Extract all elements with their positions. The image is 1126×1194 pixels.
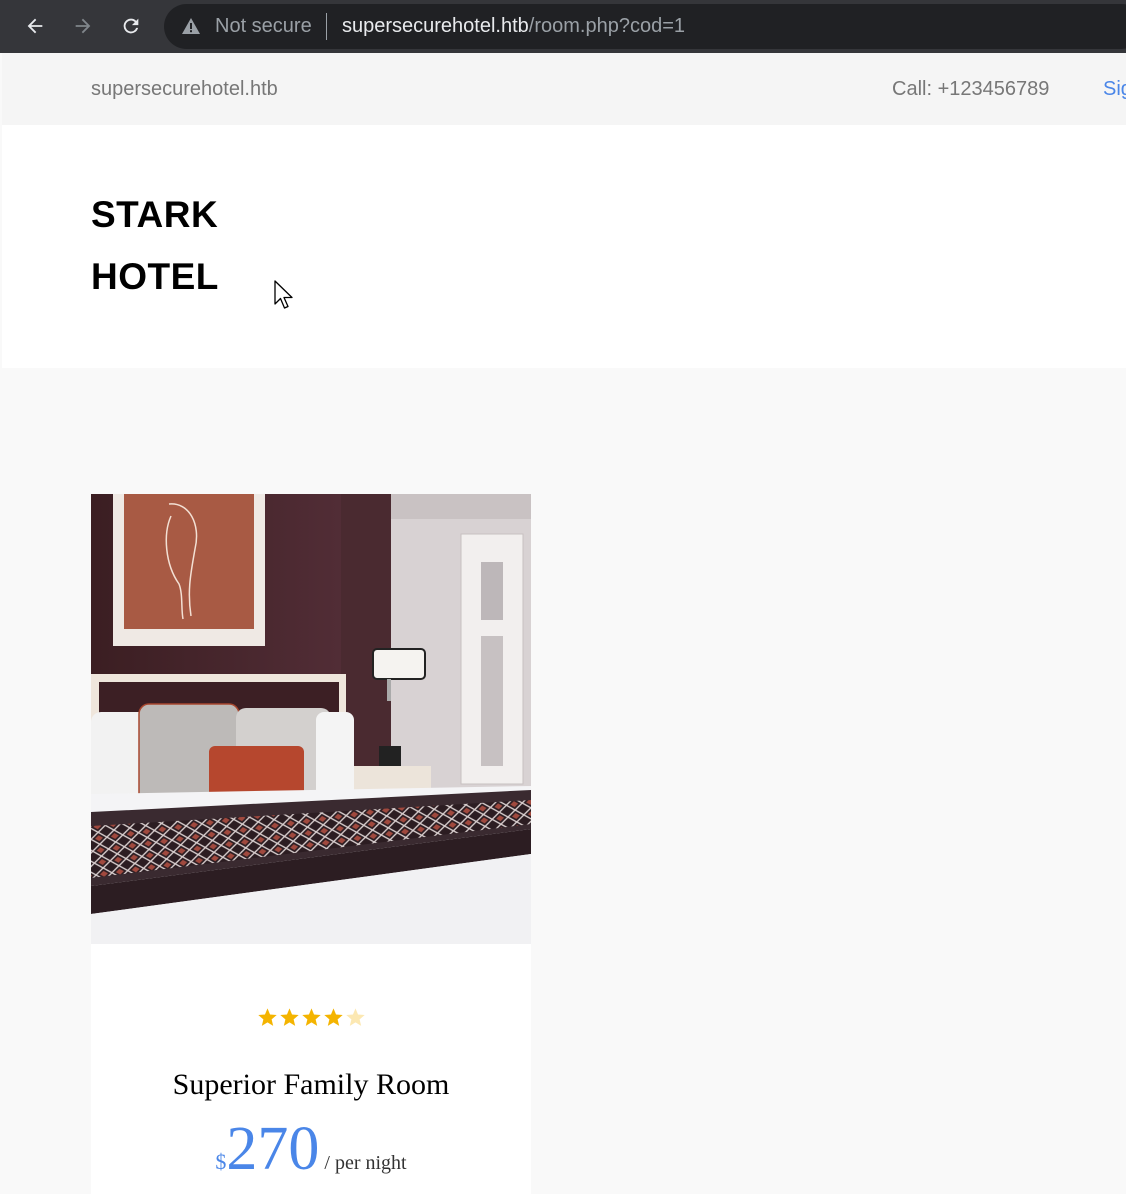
room-photo (91, 494, 531, 944)
warning-icon[interactable] (181, 17, 201, 35)
call-number: Call: +123456789 (892, 78, 1050, 100)
url-path: /room.php?cod=1 (528, 15, 686, 37)
reload-button[interactable] (115, 10, 147, 42)
star-filled-icon (257, 1008, 277, 1026)
brand-logo-line-2[interactable]: HOTEL (91, 256, 219, 298)
star-filled-icon (301, 1008, 321, 1026)
brand-logo-line-1[interactable]: STARK (91, 194, 218, 236)
reload-icon (123, 18, 139, 34)
top-bar: supersecurehotel.htb Call: +123456789 Si… (2, 53, 1126, 125)
url-host: supersecurehotel.htb (342, 15, 529, 37)
signin-link[interactable]: Sig (1103, 78, 1126, 101)
star-filled-icon (279, 1008, 299, 1026)
arrow-right-icon (75, 18, 91, 34)
security-label[interactable]: Not secure (215, 15, 312, 38)
mouse-cursor-icon (274, 280, 293, 309)
site-header: STARK HOTEL (2, 125, 1126, 368)
star-rating (91, 1007, 531, 1028)
address-divider (326, 13, 327, 40)
arrow-left-icon (27, 18, 43, 34)
site-domain: supersecurehotel.htb (91, 78, 278, 100)
page: supersecurehotel.htb Call: +123456789 Si… (2, 53, 1126, 1194)
price-unit: / per night (319, 1152, 407, 1174)
forward-button[interactable] (67, 10, 99, 42)
room-card: Superior Family Room $270 / per night (91, 494, 531, 1194)
star-empty-icon (345, 1008, 365, 1026)
address-bar[interactable]: Not secure supersecurehotel.htb/room.php… (164, 4, 1126, 49)
browser-toolbar: Not secure supersecurehotel.htb/room.php… (0, 0, 1126, 53)
url-text[interactable]: supersecurehotel.htb/room.php?cod=1 (342, 15, 685, 38)
star-filled-icon (323, 1008, 343, 1026)
back-button[interactable] (19, 10, 51, 42)
price-currency: $ (215, 1149, 227, 1174)
room-title: Superior Family Room (172, 1068, 450, 1101)
room-price: $270 / per night (91, 1114, 531, 1185)
